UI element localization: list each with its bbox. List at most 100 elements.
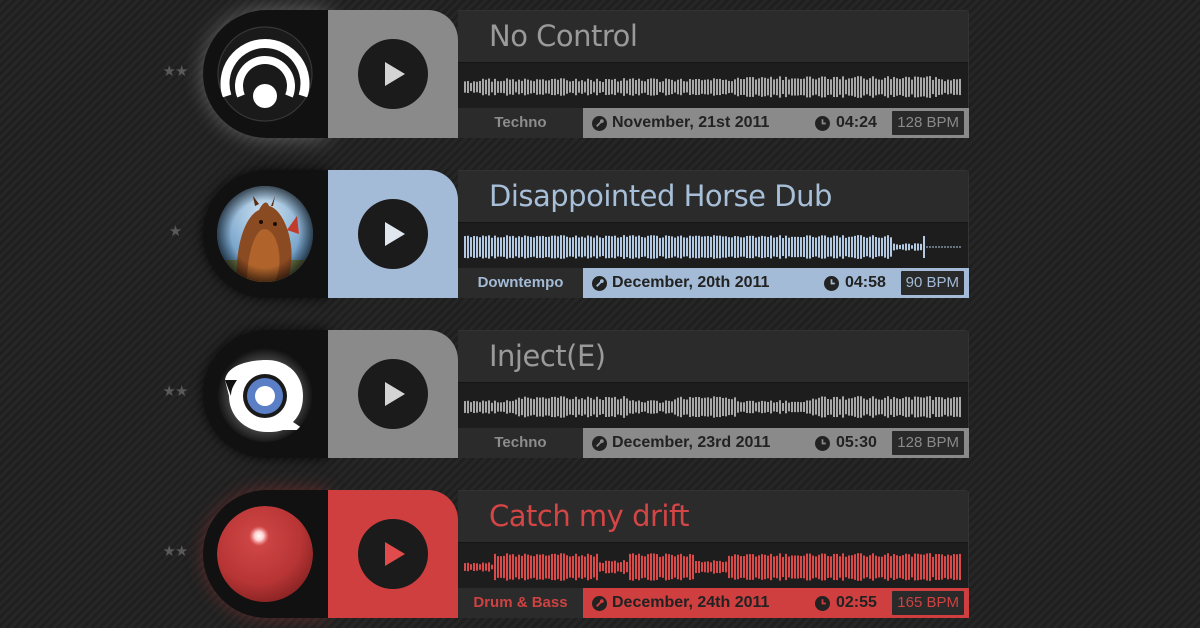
waveform[interactable]	[464, 387, 962, 427]
waveform-bar	[542, 79, 544, 95]
waveform-bar	[521, 555, 523, 579]
genre-tag[interactable]: Techno	[458, 108, 583, 138]
waveform-bar	[551, 553, 553, 581]
genre-tag[interactable]: Techno	[458, 428, 583, 458]
waveform-bar	[773, 79, 775, 95]
waveform-bar	[533, 399, 535, 415]
waveform-bar	[728, 80, 730, 94]
track-title[interactable]: Disappointed Horse Dub	[489, 179, 832, 213]
waveform-bar	[932, 79, 934, 95]
waveform-bar	[476, 563, 478, 571]
waveform-bar	[716, 235, 718, 259]
waveform-bar	[836, 76, 838, 98]
track-row[interactable]: ★★ Catch my drift Drum & Bass December, …	[0, 490, 1200, 620]
waveform-bar	[497, 556, 499, 578]
waveform-bar	[485, 563, 487, 571]
waveform-bar	[464, 81, 466, 93]
waveform-bar	[572, 237, 574, 257]
waveform-bar	[671, 79, 673, 95]
waveform-bar	[629, 235, 631, 259]
waveform-bar	[554, 553, 556, 581]
waveform-bar	[809, 76, 811, 98]
waveform-bar	[638, 78, 640, 96]
genre-tag[interactable]: Downtempo	[458, 268, 583, 298]
waveform-bar	[926, 76, 928, 98]
play-button[interactable]	[358, 39, 428, 109]
waveform-bar	[626, 561, 628, 573]
play-button[interactable]	[358, 519, 428, 589]
clock-icon	[815, 596, 830, 611]
waveform-bar	[893, 553, 895, 581]
waveform-bar	[803, 401, 805, 413]
waveform-bar	[848, 78, 850, 96]
track-row[interactable]: ★★ No Control Techno November, 21st 2011…	[0, 10, 1200, 140]
waveform-bar	[503, 402, 505, 412]
waveform-bar	[770, 235, 772, 259]
waveform-bar	[812, 236, 814, 258]
waveform-bar	[680, 235, 682, 259]
waveform-bar	[701, 236, 703, 258]
waveform-bar	[881, 79, 883, 95]
play-icon	[385, 222, 405, 246]
genre-tag[interactable]: Drum & Bass	[458, 588, 583, 618]
waveform-bar	[644, 237, 646, 257]
waveform-bar	[842, 235, 844, 259]
waveform-bar	[506, 553, 508, 581]
track-title[interactable]: Catch my drift	[489, 499, 690, 533]
waveform-bar	[770, 76, 772, 98]
waveform-bar	[800, 78, 802, 96]
waveform-bar	[875, 236, 877, 258]
waveform-bar	[878, 556, 880, 578]
waveform-bar	[686, 556, 688, 578]
waveform-bar	[842, 553, 844, 581]
waveform-bar	[548, 236, 550, 258]
waveform-bar	[578, 399, 580, 415]
waveform-bar	[788, 237, 790, 257]
waveform-bar	[650, 553, 652, 581]
waveform-bar	[953, 246, 955, 248]
waveform-bar	[833, 396, 835, 418]
waveform-bar	[809, 235, 811, 259]
waveform-bar	[806, 553, 808, 581]
waveform-bar	[881, 399, 883, 415]
waveform-bar	[668, 235, 670, 259]
waveform[interactable]	[464, 227, 962, 267]
waveform-bar	[581, 398, 583, 416]
star-rating[interactable]: ★★	[150, 62, 200, 80]
waveform-bar	[590, 397, 592, 417]
waveform-bar	[740, 79, 742, 95]
play-button[interactable]	[358, 199, 428, 269]
release-date: December, 24th 2011	[612, 594, 770, 611]
waveform-bar	[926, 553, 928, 581]
track-row[interactable]: ★ Disappointed Horse Dub Downtempo Decem…	[0, 170, 1200, 300]
waveform-bar	[902, 78, 904, 96]
meta-bar: December, 24th 2011 02:55 165 BPM	[583, 588, 969, 618]
waveform-bar	[803, 236, 805, 258]
track-title[interactable]: Inject(E)	[489, 339, 606, 373]
star-rating[interactable]: ★★	[150, 542, 200, 560]
waveform-bar	[785, 235, 787, 259]
waveform-bar	[467, 235, 469, 259]
waveform-bar	[953, 554, 955, 580]
star-rating[interactable]: ★	[150, 222, 200, 240]
waveform[interactable]	[464, 547, 962, 587]
track-row[interactable]: ★★ Inject(E) Techno December, 23rd 2011 …	[0, 330, 1200, 460]
track-title[interactable]: No Control	[489, 19, 638, 53]
waveform-bar	[749, 400, 751, 414]
waveform-bar	[848, 236, 850, 258]
star-rating[interactable]: ★★	[150, 382, 200, 400]
waveform-bar	[710, 398, 712, 416]
waveform[interactable]	[464, 67, 962, 107]
waveform-bar	[830, 556, 832, 578]
waveform-bar	[854, 77, 856, 97]
waveform-bar	[872, 396, 874, 418]
play-panel	[328, 10, 458, 138]
waveform-bar	[464, 563, 466, 571]
waveform-bar	[695, 78, 697, 96]
waveform-bar	[896, 78, 898, 96]
waveform-bar	[863, 398, 865, 416]
bpm-badge: 128 BPM	[892, 111, 964, 135]
waveform-bar	[584, 81, 586, 93]
waveform-bar	[818, 554, 820, 580]
play-button[interactable]	[358, 359, 428, 429]
